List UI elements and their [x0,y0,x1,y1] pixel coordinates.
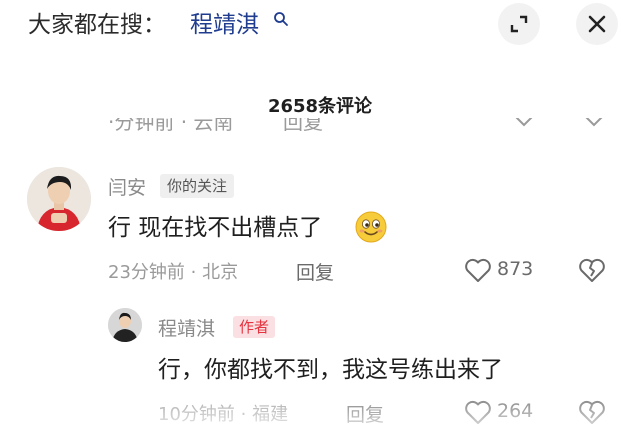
top-bar: 大家都在搜： 程靖淇 [0,0,640,60]
previous-comment-partial: ·分钟前 · 云南 回复 [0,118,640,132]
broken-heart-icon[interactable] [582,118,606,128]
reply-button[interactable]: 回复 [346,400,384,427]
following-badge: 你的关注 [160,174,235,198]
heart-icon[interactable] [464,257,492,283]
broken-heart-icon[interactable] [578,257,606,283]
reply-meta: 10分钟前 · 福建 [158,404,289,425]
grinning-face-emoji [355,211,387,243]
comment-meta: 23分钟前 · 北京 [108,262,239,283]
previous-comment-meta: ·分钟前 · 云南 [108,118,234,132]
heart-icon[interactable] [512,118,536,128]
reply-text: 行，你都找不到，我这号练出来了 [158,357,503,383]
comment-count: 2658条评论 [267,96,373,117]
search-prefix: 大家都在搜： [28,12,166,38]
user-photo [27,167,91,231]
heart-icon[interactable] [464,399,492,425]
author-photo [108,308,142,342]
previous-comment-reply[interactable]: 回复 [283,118,323,132]
avatar[interactable] [27,167,91,231]
like-count: 873 [497,258,534,280]
comment-username[interactable]: 闫安 [108,173,146,200]
expand-icon [510,15,528,33]
expand-button[interactable] [498,3,540,45]
search-icon[interactable] [273,11,289,27]
close-icon [588,15,606,33]
author-badge: 作者 [233,316,276,338]
reply-button[interactable]: 回复 [296,258,334,285]
search-term-link[interactable]: 程靖淇 [190,8,259,42]
close-button[interactable] [576,3,618,45]
reply-username[interactable]: 程靖淇 [158,314,215,341]
reply-avatar[interactable] [108,308,142,342]
bottom-fade [0,388,640,428]
comment-text: 行 现在找不出槽点了 [108,215,323,241]
like-count: 264 [497,400,534,422]
broken-heart-icon[interactable] [578,399,606,425]
